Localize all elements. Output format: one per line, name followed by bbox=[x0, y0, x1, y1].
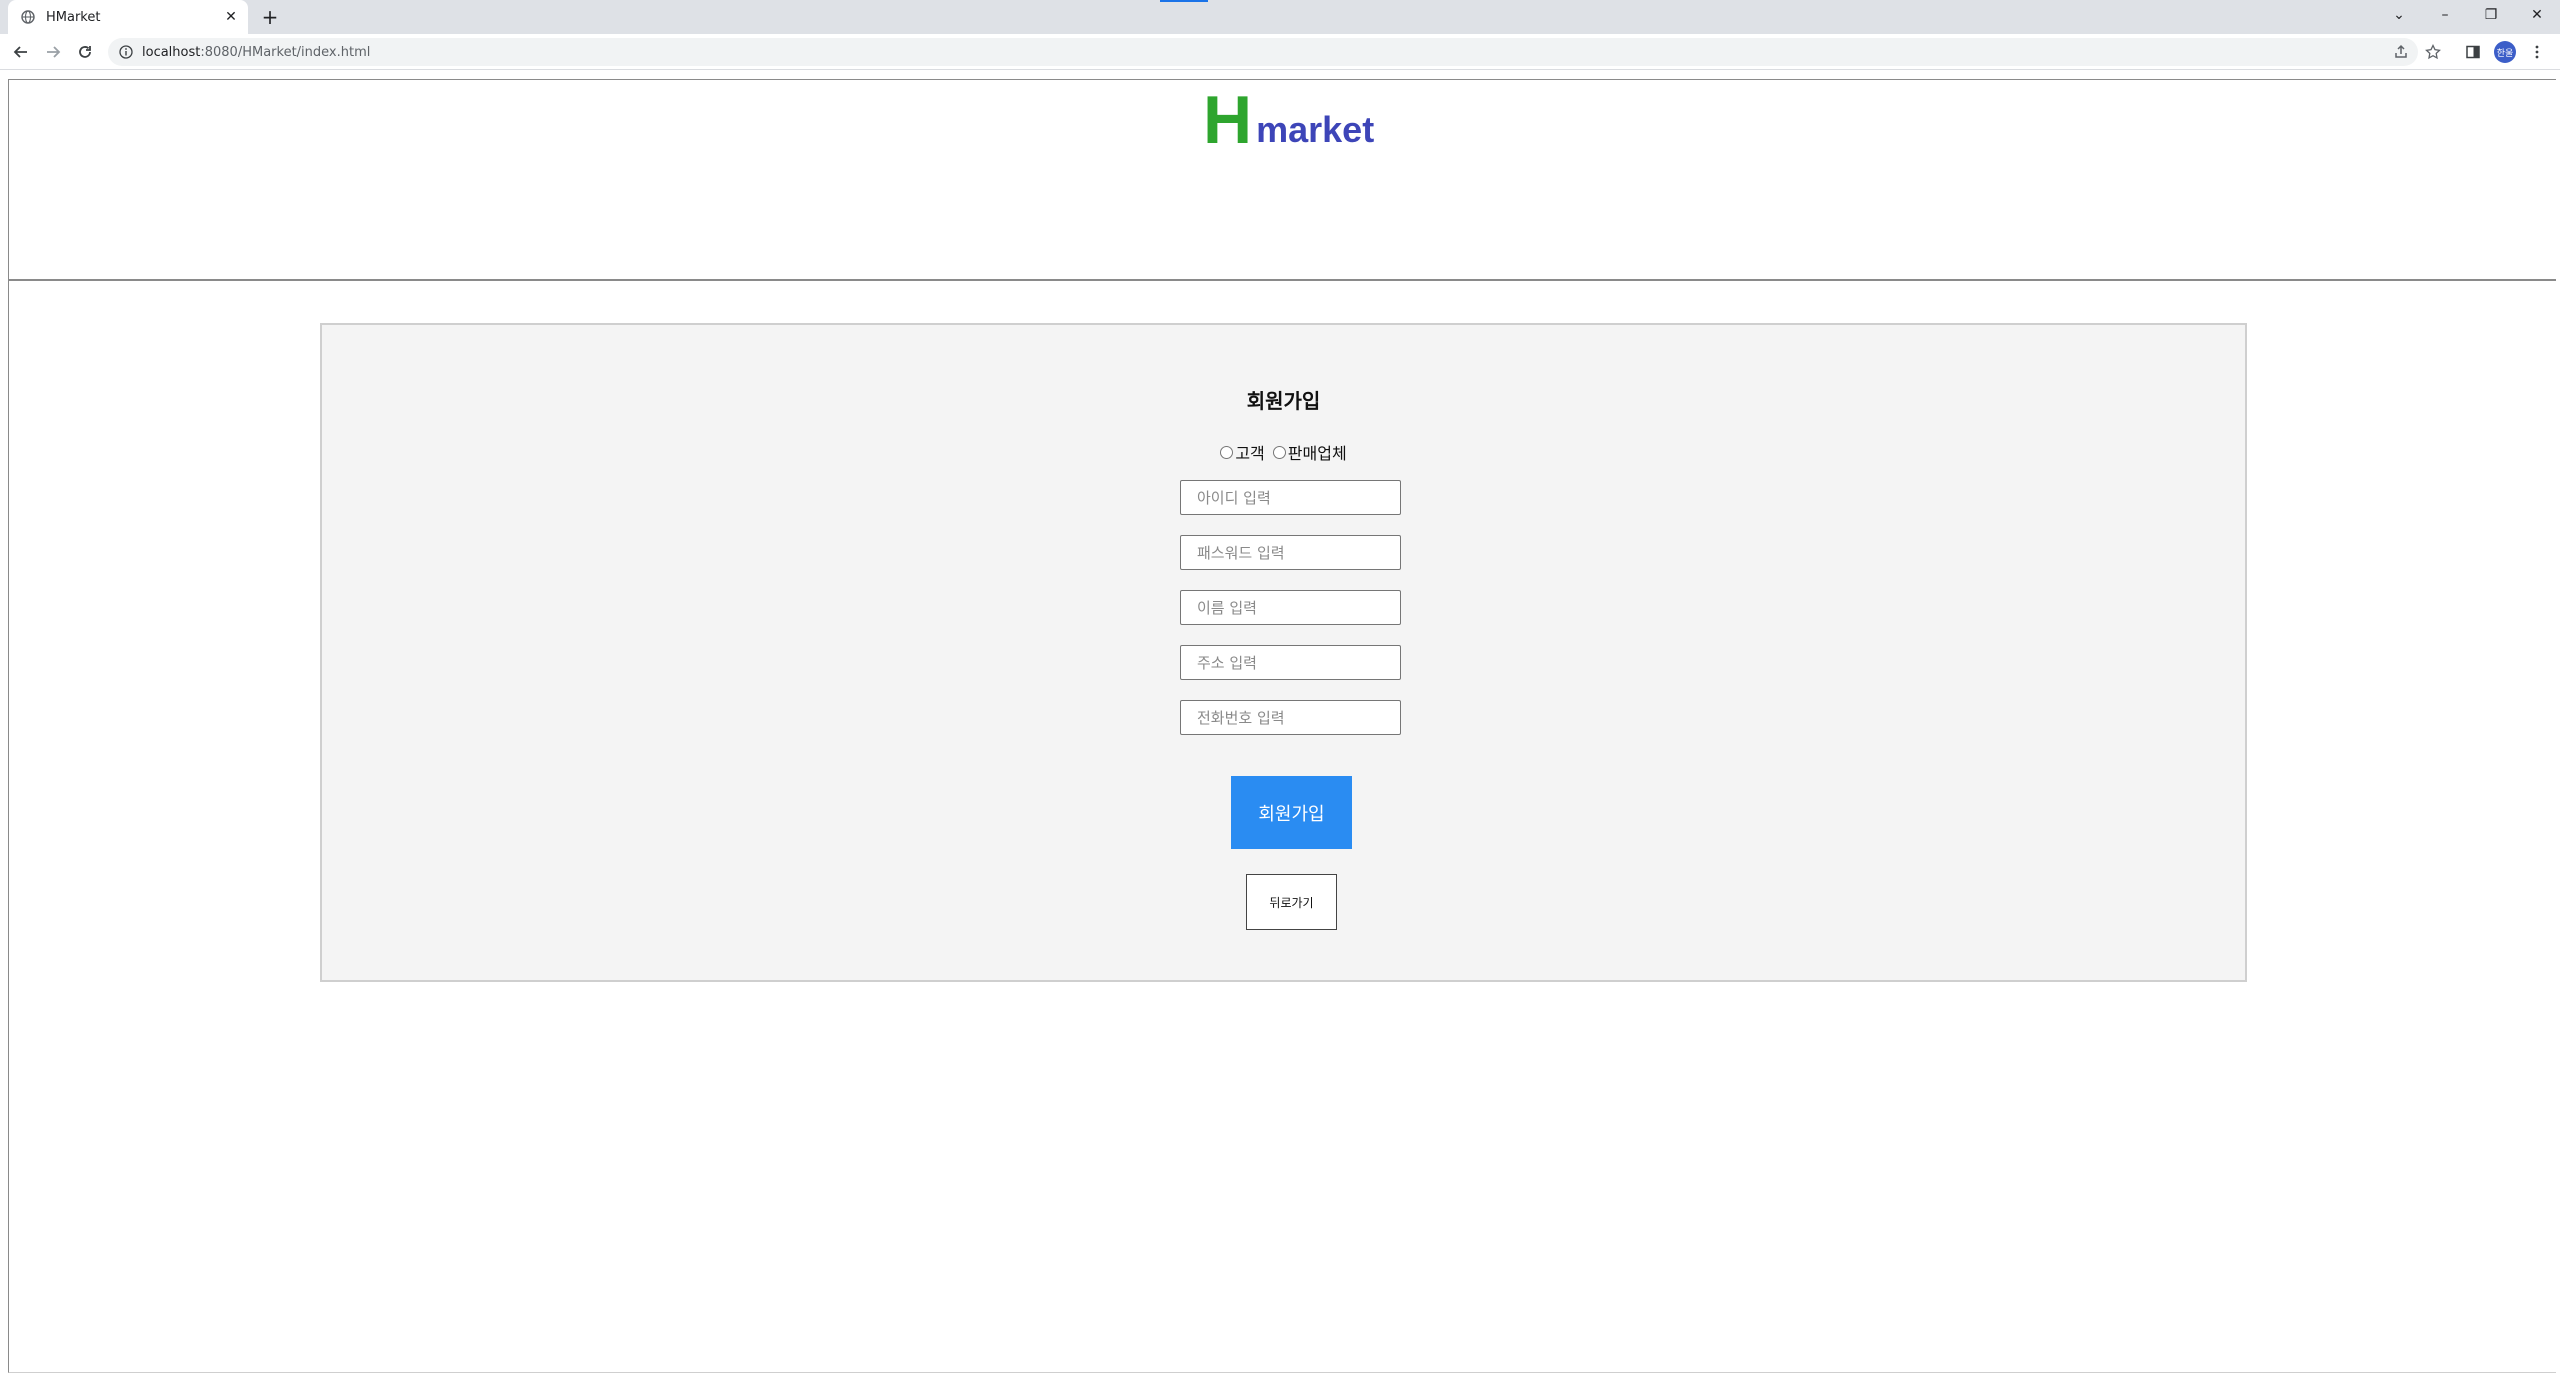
signup-panel: 회원가입 고객 판매업체 회원가입 뒤로가기 bbox=[320, 323, 2247, 982]
side-panel-icon[interactable] bbox=[2460, 39, 2486, 65]
member-type-radio-group: 고객 판매업체 bbox=[322, 440, 2245, 464]
tab-title: HMarket bbox=[46, 9, 101, 25]
page-frame: H market 회원가입 고객 판매업체 회원가입 bbox=[8, 79, 2556, 1373]
profile-avatar[interactable]: 한울 bbox=[2492, 39, 2518, 65]
reload-icon[interactable] bbox=[72, 39, 98, 65]
radio-seller[interactable]: 판매업체 bbox=[1272, 440, 1347, 464]
address-bar[interactable]: localhost:8080/HMarket/index.html bbox=[108, 38, 2418, 66]
close-window-button[interactable]: ✕ bbox=[2514, 0, 2560, 30]
restore-button[interactable]: ❐ bbox=[2468, 0, 2514, 30]
page-viewport: H market 회원가입 고객 판매업체 회원가입 bbox=[0, 71, 2560, 1395]
browser-tab-bar: HMarket ✕ + ⌄ – ❐ ✕ bbox=[0, 0, 2560, 34]
address-input[interactable] bbox=[1180, 645, 1401, 680]
signup-submit-button[interactable]: 회원가입 bbox=[1231, 776, 1352, 849]
name-input[interactable] bbox=[1180, 590, 1401, 625]
hmarket-logo[interactable]: H market bbox=[1203, 82, 1375, 158]
browser-tab[interactable]: HMarket ✕ bbox=[8, 0, 248, 34]
password-input[interactable] bbox=[1180, 535, 1401, 570]
back-button[interactable]: 뒤로가기 bbox=[1246, 874, 1337, 930]
radio-customer-label: 고객 bbox=[1235, 444, 1265, 463]
radio-seller-label: 판매업체 bbox=[1287, 444, 1347, 463]
new-tab-button[interactable]: + bbox=[258, 5, 282, 29]
minimize-button[interactable]: – bbox=[2422, 0, 2468, 30]
logo-h: H bbox=[1203, 82, 1253, 158]
radio-customer[interactable]: 고객 bbox=[1220, 440, 1265, 464]
id-input[interactable] bbox=[1180, 480, 1401, 515]
browser-toolbar: localhost:8080/HMarket/index.html 한울 bbox=[0, 34, 2560, 70]
bookmark-star-icon[interactable] bbox=[2420, 39, 2446, 65]
more-menu-icon[interactable] bbox=[2524, 39, 2550, 65]
globe-icon bbox=[20, 9, 36, 25]
site-info-icon[interactable] bbox=[118, 44, 134, 60]
site-header: H market bbox=[9, 80, 2556, 281]
window-controls: ⌄ – ❐ ✕ bbox=[2376, 0, 2560, 30]
signup-title: 회원가입 bbox=[1246, 389, 1321, 413]
logo-market: market bbox=[1256, 109, 1375, 150]
profile-label: 한울 bbox=[2494, 41, 2516, 63]
tab-search-dropdown-icon[interactable]: ⌄ bbox=[2376, 0, 2422, 30]
share-icon[interactable] bbox=[2388, 39, 2414, 65]
forward-arrow-icon[interactable] bbox=[40, 39, 66, 65]
url-path: :8080/HMarket/index.html bbox=[200, 44, 371, 60]
back-arrow-icon[interactable] bbox=[8, 39, 34, 65]
url-text: localhost:8080/HMarket/index.html bbox=[142, 45, 370, 60]
phone-input[interactable] bbox=[1180, 700, 1401, 735]
url-host: localhost bbox=[142, 44, 201, 60]
radio-circle-icon[interactable] bbox=[1220, 445, 1234, 459]
close-tab-icon[interactable]: ✕ bbox=[220, 6, 242, 28]
tab-indicator bbox=[1160, 0, 1208, 2]
radio-circle-icon[interactable] bbox=[1272, 445, 1286, 459]
